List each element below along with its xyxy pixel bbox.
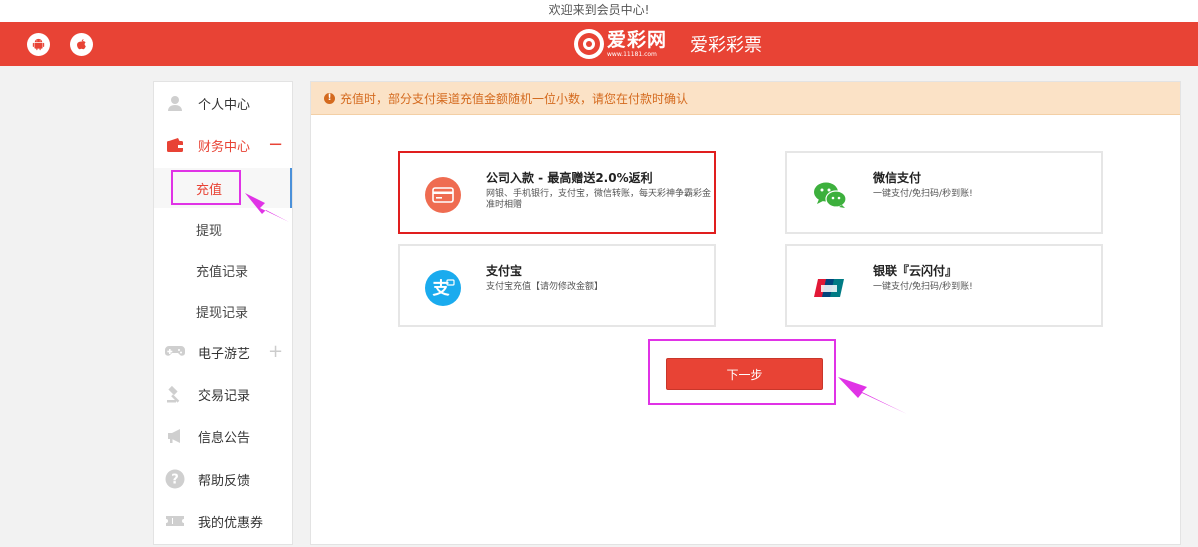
logo-text: 爱彩网 — [607, 28, 668, 51]
sidebar-subitem-label: 提现 — [196, 223, 223, 239]
sidebar-item-label: 交易记录 — [198, 388, 251, 404]
help-icon: ? — [165, 469, 185, 489]
unionpay-icon — [812, 270, 848, 306]
apple-icon[interactable] — [70, 33, 93, 56]
sidebar-item-label: 我的优惠券 — [198, 515, 264, 531]
gamepad-icon — [165, 342, 185, 362]
logo-mark-icon — [574, 29, 604, 59]
sidebar-item-announcements[interactable]: 信息公告 — [154, 416, 292, 456]
wallet-icon — [165, 135, 185, 155]
sidebar-item-games[interactable]: 电子游艺 + — [154, 332, 292, 372]
megaphone-icon — [165, 426, 185, 446]
welcome-text: 欢迎来到会员中心! — [548, 3, 650, 17]
svg-text:支: 支 — [433, 278, 451, 299]
warning-icon: ! — [324, 92, 335, 104]
brand-name: 爱彩彩票 — [690, 35, 762, 56]
sidebar-subitem-recharge-records[interactable]: 充值记录 — [154, 250, 292, 290]
annotation-box-recharge — [171, 170, 241, 205]
annotation-box-next — [648, 339, 836, 405]
card-icon — [425, 177, 461, 213]
sidebar-item-label: 财务中心 — [198, 139, 251, 155]
payment-method-wechat[interactable]: 微信支付 一键支付/免扫码/秒到账! — [785, 151, 1103, 234]
user-icon — [165, 93, 185, 113]
svg-text:?: ? — [171, 473, 179, 488]
payment-method-title: 微信支付 — [873, 171, 922, 185]
sidebar-item-label: 信息公告 — [198, 430, 251, 446]
welcome-bar: 欢迎来到会员中心! — [0, 0, 1198, 22]
coupon-icon — [165, 511, 185, 531]
payment-method-company[interactable]: 公司入款 - 最高赠送2.0%返利 网银、手机银行，支付宝，微信转账，每天彩神争… — [398, 151, 716, 234]
gavel-icon — [165, 384, 185, 404]
main-panel: ! 充值时，部分支付渠道充值金额随机一位小数，请您在付款时确认 公司入款 - 最… — [310, 81, 1181, 545]
sidebar-item-label: 帮助反馈 — [198, 473, 251, 489]
sidebar: 个人中心 财务中心 − 充值 提现 充值记录 提现记录 电子游艺 + 交易记录 … — [153, 81, 293, 545]
collapse-icon[interactable]: − — [268, 136, 283, 154]
sidebar-subitem-withdraw-records[interactable]: 提现记录 — [154, 291, 292, 331]
sidebar-item-label: 个人中心 — [198, 97, 251, 113]
sidebar-item-personal[interactable]: 个人中心 — [154, 83, 292, 123]
android-icon[interactable] — [27, 33, 50, 56]
top-header: 爱彩网 www.11181.com 爱彩彩票 — [0, 22, 1198, 66]
sidebar-subitem-label: 提现记录 — [196, 305, 249, 321]
payment-method-title: 公司入款 - 最高赠送2.0%返利 — [486, 171, 653, 185]
payment-method-desc: 一键支付/免扫码/秒到账! — [873, 282, 973, 292]
payment-method-title: 支付宝 — [486, 264, 523, 278]
payment-method-desc: 网银、手机银行，支付宝，微信转账，每天彩神争霸彩金准时相赠 — [486, 189, 712, 210]
expand-icon[interactable]: + — [268, 343, 283, 361]
sidebar-item-finance[interactable]: 财务中心 − — [154, 125, 292, 165]
wechat-icon — [812, 177, 848, 213]
alipay-icon: 支 — [425, 270, 461, 306]
payment-method-alipay[interactable]: 支 支付宝 支付宝充值【请勿修改金额】 — [398, 244, 716, 327]
sidebar-item-help[interactable]: ? 帮助反馈 — [154, 459, 292, 499]
sidebar-item-transactions[interactable]: 交易记录 — [154, 374, 292, 414]
logo-url: www.11181.com — [607, 50, 657, 58]
payment-method-title: 银联『云闪付』 — [873, 264, 958, 278]
notice-bar: ! 充值时，部分支付渠道充值金额随机一位小数，请您在付款时确认 — [311, 82, 1180, 115]
site-logo[interactable]: 爱彩网 www.11181.com — [574, 27, 667, 61]
payment-method-desc: 一键支付/免扫码/秒到账! — [873, 189, 973, 199]
sidebar-item-label: 电子游艺 — [198, 346, 251, 362]
notice-text: 充值时，部分支付渠道充值金额随机一位小数，请您在付款时确认 — [340, 91, 689, 106]
sidebar-item-coupons[interactable]: 我的优惠券 — [154, 501, 292, 541]
sidebar-subitem-withdraw[interactable]: 提现 — [154, 209, 292, 249]
sidebar-subitem-label: 充值记录 — [196, 264, 249, 280]
payment-method-unionpay[interactable]: 银联『云闪付』 一键支付/免扫码/秒到账! — [785, 244, 1103, 327]
payment-method-desc: 支付宝充值【请勿修改金额】 — [486, 282, 604, 292]
